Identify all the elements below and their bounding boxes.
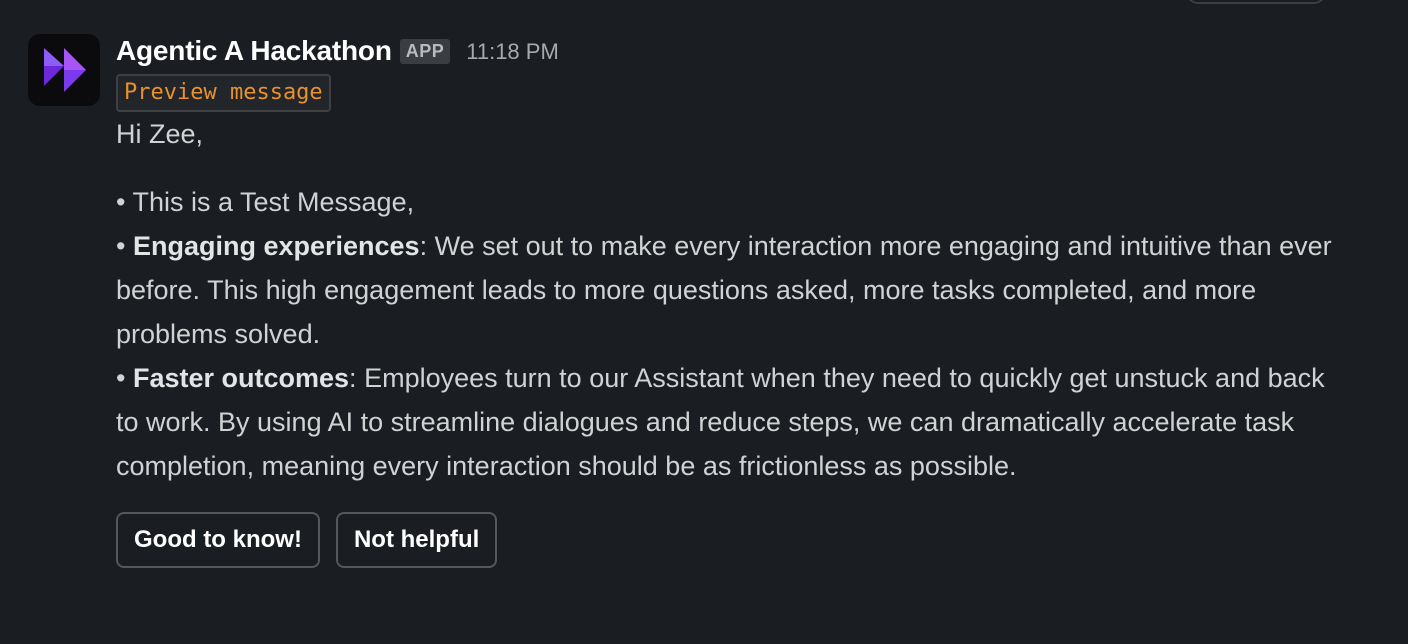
greeting-text: Hi Zee, <box>116 119 204 149</box>
bullet-item: • Engaging experiences: We set out to ma… <box>116 231 1332 349</box>
fast-forward-logo-icon <box>44 48 86 92</box>
bullet-item: • This is a Test Message, <box>116 180 1336 224</box>
app-avatar[interactable] <box>28 34 100 106</box>
preview-message-tag: Preview message <box>116 74 331 112</box>
partial-button-above[interactable] <box>1186 0 1326 4</box>
bullet-marker: • <box>116 363 126 393</box>
bullet-item: • Faster outcomes: Employees turn to our… <box>116 363 1325 481</box>
message-content: Agentic A Hackathon APP 11:18 PM Preview… <box>116 34 1336 568</box>
bullet-marker: • <box>116 231 126 261</box>
bullet-heading: Engaging experiences <box>132 231 420 261</box>
sender-name[interactable]: Agentic A Hackathon <box>116 35 392 67</box>
good-to-know-button[interactable]: Good to know! <box>116 512 320 568</box>
bullet-marker: • <box>116 187 126 217</box>
message-actions: Good to know! Not helpful <box>116 512 1336 568</box>
message-header: Agentic A Hackathon APP 11:18 PM <box>116 34 1336 68</box>
bullet-text: This is a Test Message, <box>132 187 415 217</box>
not-helpful-button[interactable]: Not helpful <box>335 512 498 568</box>
message-timestamp[interactable]: 11:18 PM <box>466 37 559 65</box>
app-badge: APP <box>399 38 451 64</box>
bullet-heading: Faster outcomes <box>132 363 350 393</box>
